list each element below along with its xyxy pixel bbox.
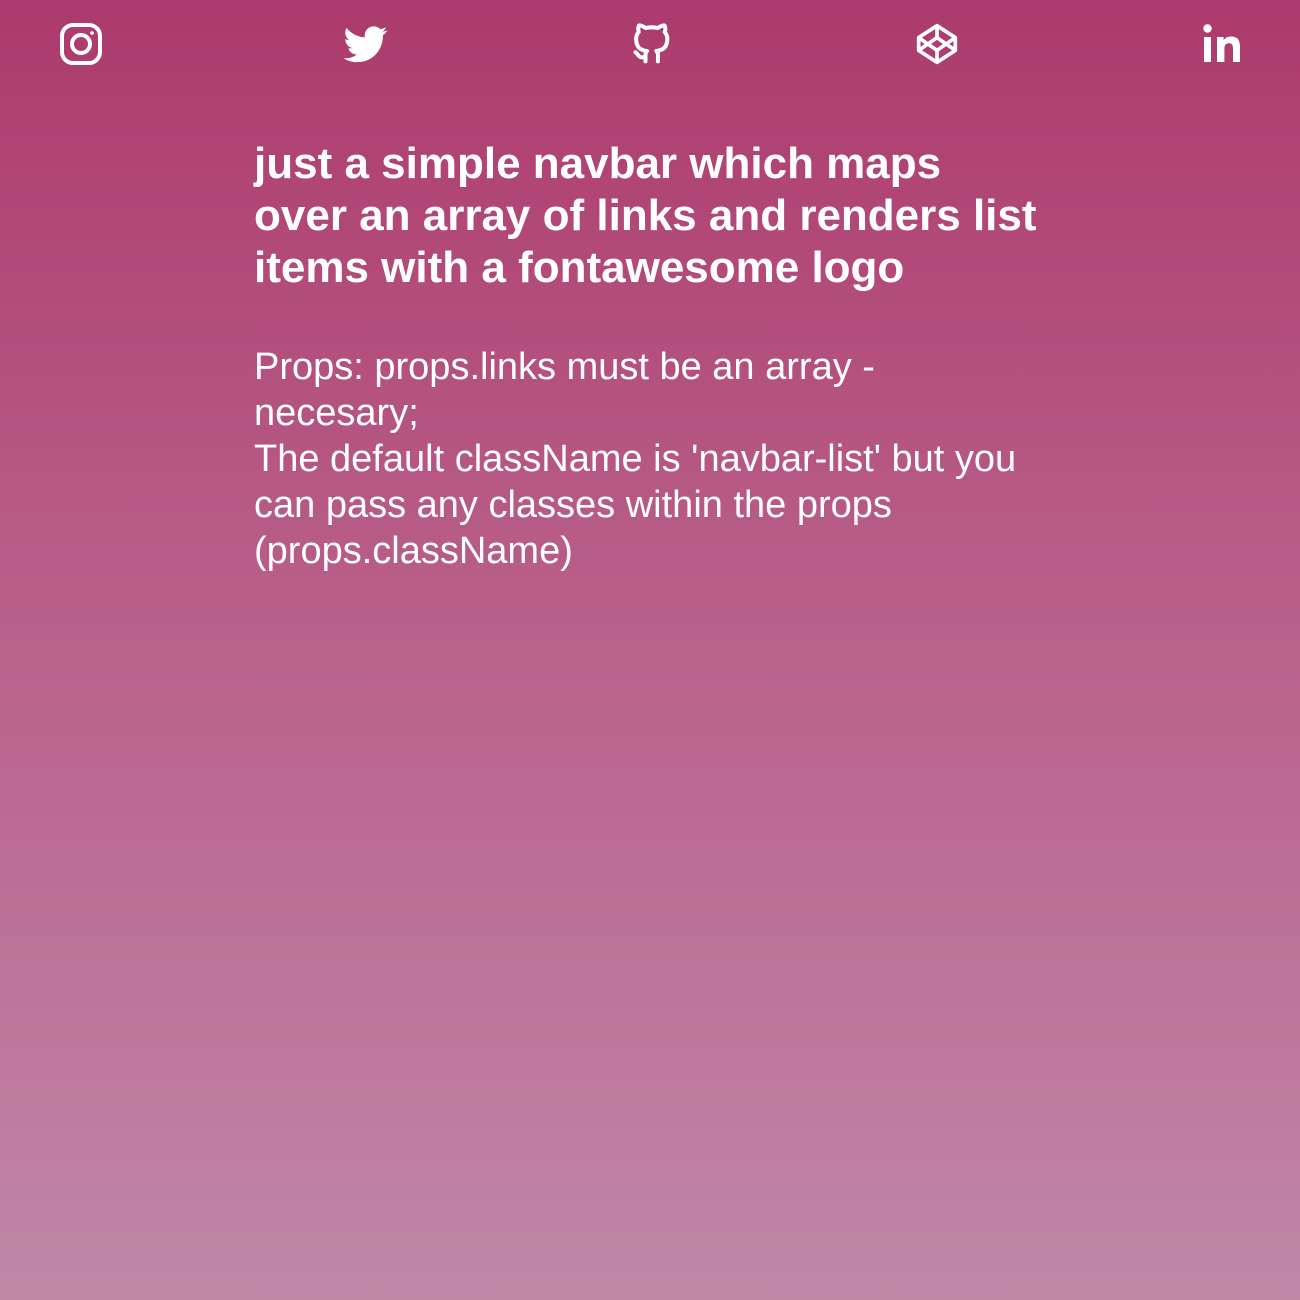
classname-line: The default className is 'navbar-list' b… bbox=[254, 438, 1017, 572]
main-content: just a simple navbar which maps over an … bbox=[254, 138, 1054, 574]
twitter-icon bbox=[344, 22, 388, 66]
nav-link-codepen[interactable] bbox=[915, 22, 959, 66]
instagram-icon bbox=[59, 22, 103, 66]
navbar bbox=[0, 0, 1300, 88]
props-description: Props: props.links must be an array - ne… bbox=[254, 344, 1034, 574]
nav-link-linkedin[interactable] bbox=[1202, 22, 1246, 66]
github-icon bbox=[629, 22, 673, 66]
props-line: Props: props.links must be an array - ne… bbox=[254, 346, 875, 434]
codepen-icon bbox=[915, 22, 959, 66]
nav-link-instagram[interactable] bbox=[59, 22, 103, 66]
linkedin-icon bbox=[1202, 22, 1246, 66]
nav-link-twitter[interactable] bbox=[344, 22, 388, 66]
nav-link-github[interactable] bbox=[629, 22, 673, 66]
page-title: just a simple navbar which maps over an … bbox=[254, 139, 1037, 292]
